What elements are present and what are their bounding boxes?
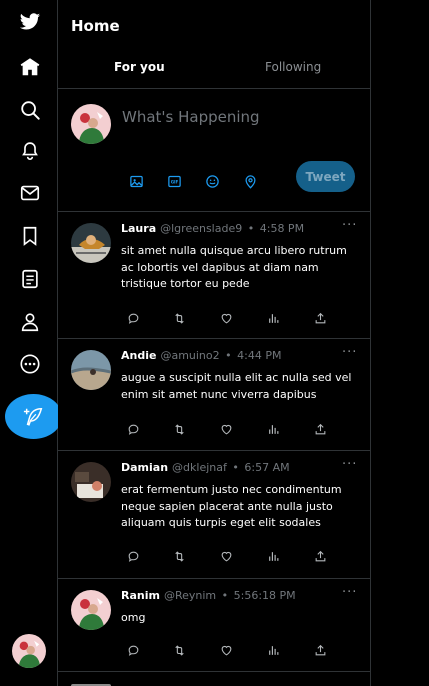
avatar — [71, 104, 111, 144]
emoji-icon[interactable] — [204, 173, 220, 189]
more-options-icon[interactable]: ··· — [342, 345, 357, 360]
svg-text:GIF: GIF — [170, 179, 178, 184]
tweet-button[interactable]: Tweet — [296, 161, 355, 192]
share-icon[interactable] — [313, 549, 327, 563]
like-icon[interactable] — [219, 311, 233, 325]
tweet-header: Damian @dklejnaf • 6:57 AM — [121, 461, 290, 474]
mail-icon[interactable] — [18, 181, 42, 205]
tweet-text: augue a suscipit nulla elit ac nulla sed… — [121, 371, 352, 401]
tweet-author-handle[interactable]: @Reynim — [164, 589, 216, 602]
retweet-icon[interactable] — [172, 422, 186, 436]
retweet-icon[interactable] — [172, 549, 186, 563]
tweet-composer: GIF Tweet — [58, 89, 371, 212]
share-icon[interactable] — [313, 311, 327, 325]
avatar[interactable] — [71, 590, 111, 630]
tweet-author-handle[interactable]: @amuino2 — [160, 349, 219, 362]
tweet-header: Ranim @Reynim • 5:56:18 PM — [121, 589, 296, 602]
tweet-actions — [126, 643, 326, 657]
tweet-author-handle[interactable]: @dklejnaf — [172, 461, 227, 474]
separator-dot: • — [232, 461, 239, 474]
tweet-author-handle[interactable]: @lgreenslade9 — [160, 222, 242, 235]
reply-icon[interactable] — [126, 422, 140, 436]
separator-dot: • — [221, 589, 229, 602]
tweet-author-name[interactable]: Damian — [121, 461, 168, 474]
separator-dot: • — [247, 222, 255, 235]
tweet-input[interactable] — [122, 108, 352, 126]
location-icon[interactable] — [242, 173, 258, 189]
image-icon[interactable] — [128, 173, 144, 189]
person-icon[interactable] — [18, 310, 42, 334]
tweet-header: Andie @amuino2 • 4:44 PM — [121, 349, 281, 362]
tweet-time[interactable]: 4:58 PM — [260, 222, 304, 235]
bell-icon[interactable] — [18, 138, 42, 162]
tweet-author-name[interactable]: Laura — [121, 222, 156, 235]
tweet-text: erat fermentum justo nec condimentum neq… — [121, 483, 342, 529]
avatar[interactable] — [71, 350, 111, 390]
more-options-icon[interactable]: ··· — [342, 457, 357, 472]
more-options-icon[interactable]: ··· — [342, 218, 357, 233]
more-circle-icon[interactable] — [18, 352, 42, 376]
more-options-icon[interactable]: ··· — [342, 585, 357, 600]
bookmark-icon[interactable] — [18, 224, 42, 248]
search-icon[interactable] — [18, 98, 42, 122]
left-nav — [0, 0, 62, 686]
tweet-actions — [126, 311, 326, 325]
tab-for-you[interactable]: For you — [114, 60, 165, 74]
retweet-icon[interactable] — [172, 311, 186, 325]
gif-icon[interactable]: GIF — [166, 173, 182, 189]
share-icon[interactable] — [313, 643, 327, 657]
avatar[interactable] — [71, 223, 111, 263]
like-icon[interactable] — [219, 549, 233, 563]
tweet-actions — [126, 549, 326, 563]
tweet-item[interactable]: Andie @amuino2 • 4:44 PM ··· augue a susc… — [58, 339, 371, 451]
home-icon[interactable] — [18, 55, 42, 79]
compose-tweet-button[interactable] — [5, 394, 62, 439]
reply-icon[interactable] — [126, 549, 140, 563]
tweet-item[interactable]: Ranim @Reynim • 5:56:18 PM ··· omg — [58, 579, 371, 672]
reply-icon[interactable] — [126, 311, 140, 325]
reply-icon[interactable] — [126, 643, 140, 657]
retweet-icon[interactable] — [172, 643, 186, 657]
tweet-item[interactable]: Damian @dklejnaf • 6:57 AM ··· erat ferme… — [58, 451, 371, 579]
tweet-text: sit amet nulla quisque arcu libero rutru… — [121, 244, 347, 290]
tweet-actions — [126, 422, 326, 436]
main-timeline: Home For you Following GIF Tweet Laura @l… — [58, 0, 371, 686]
timeline-tabs: For you Following — [58, 46, 371, 89]
tweet-item[interactable]: Laura @lgreenslade9 • 4:58 PM ··· sit ame… — [58, 212, 371, 339]
tab-following[interactable]: Following — [265, 60, 321, 74]
feather-plus-icon — [23, 407, 42, 426]
tweet-author-name[interactable]: Ranim — [121, 589, 160, 602]
avatar[interactable] — [71, 462, 111, 502]
views-icon[interactable] — [266, 311, 280, 325]
right-background — [371, 0, 429, 686]
tweet-author-name[interactable]: Andie — [121, 349, 156, 362]
tweet-time[interactable]: 4:44 PM — [237, 349, 281, 362]
tweet-time[interactable]: 5:56:18 PM — [234, 589, 296, 602]
like-icon[interactable] — [219, 643, 233, 657]
bird-icon[interactable] — [18, 10, 42, 34]
like-icon[interactable] — [219, 422, 233, 436]
views-icon[interactable] — [266, 422, 280, 436]
page-title: Home — [71, 17, 120, 35]
tweet-text: omg — [121, 611, 146, 624]
views-icon[interactable] — [266, 549, 280, 563]
tweet-time[interactable]: 6:57 AM — [244, 461, 289, 474]
account-avatar[interactable] — [12, 634, 46, 668]
share-icon[interactable] — [313, 422, 327, 436]
list-icon[interactable] — [18, 267, 42, 291]
tweet-header: Laura @lgreenslade9 • 4:58 PM — [121, 222, 304, 235]
separator-dot: • — [225, 349, 232, 362]
views-icon[interactable] — [266, 643, 280, 657]
